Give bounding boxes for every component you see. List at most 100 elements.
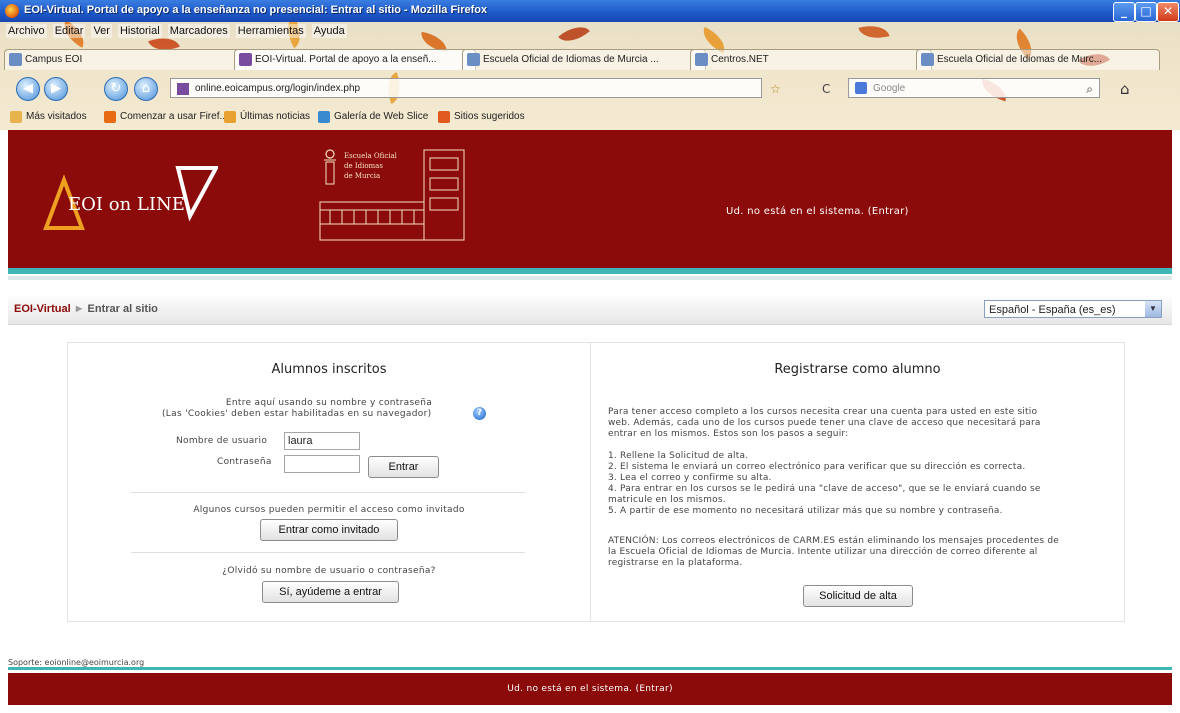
menu-herramientas[interactable]: Herramientas <box>235 24 306 38</box>
home-toolbar-icon[interactable]: ⌂ <box>1120 80 1130 98</box>
search-input[interactable]: Google ⌕ <box>848 78 1100 98</box>
firefox-icon <box>5 4 19 18</box>
bookmark-galeria[interactable]: Galería de Web Slice <box>318 109 428 125</box>
close-button[interactable]: ✕ <box>1157 2 1179 22</box>
navigation-bar: EOI-Virtual ► Entrar al sitio Español - Es… <box>8 294 1172 325</box>
firefox-bookmark-icon <box>104 111 116 123</box>
footer-divider <box>8 667 1172 670</box>
menu-ver[interactable]: Ver <box>91 24 112 38</box>
tab-eoi-virtual[interactable]: EOI-Virtual. Portal de apoyo a la enseñ.… <box>234 49 476 70</box>
divider <box>131 492 525 493</box>
signup-step-3: 3. Lea el correo y confirme su alta. <box>608 473 772 483</box>
menu-editar[interactable]: Editar <box>52 24 86 38</box>
home-icon[interactable]: ⌂ <box>134 77 158 101</box>
username-field[interactable]: laura <box>284 432 360 450</box>
bookmark-folder-icon <box>10 111 22 123</box>
refresh-icon[interactable]: C <box>822 82 830 96</box>
eoi-online-logo[interactable]: EOI on LINE <box>38 158 218 238</box>
address-bar[interactable]: online.eoicampus.org/login/index.php <box>170 78 762 98</box>
guest-login-button[interactable]: Entrar como invitado <box>260 519 398 541</box>
tab-campus-eoi[interactable]: Campus EOI <box>4 49 246 70</box>
school-line-3: de Murcia <box>344 172 380 180</box>
signup-step-5: 5. A partir de ese momento no necesitará… <box>608 506 1003 516</box>
support-contact[interactable]: Soporte: eoionline@eoimurcia.org <box>8 658 144 667</box>
address-url: online.eoicampus.org/login/index.php <box>195 83 361 94</box>
sites-icon <box>438 111 450 123</box>
signup-step-1: 1. Rellene la Solicitud de alta. <box>608 451 749 461</box>
tab-eoi-murcia-2[interactable]: Escuela Oficial de Idiomas de Murc... <box>916 49 1160 70</box>
tab-eoi-murcia[interactable]: Escuela Oficial de Idiomas de Murcia ... <box>462 49 706 70</box>
footer-login-status[interactable]: Ud. no está en el sistema. (Entrar) <box>507 684 673 694</box>
login-intro-2: (Las 'Cookies' deben estar habilitadas e… <box>162 409 432 419</box>
signup-notice: ATENCIÓN: Los correos electrónicos de CA… <box>608 536 1060 568</box>
header-login-status[interactable]: Ud. no está en el sistema. (Entrar) <box>726 206 909 217</box>
browser-chrome: Archivo Editar Ver Historial Marcadores Herra… <box>0 22 1180 130</box>
login-heading: Alumnos inscritos <box>271 362 387 377</box>
forgot-text: ¿Olvidó su nombre de usuario o contraseñ… <box>222 566 436 576</box>
login-panel: Alumnos inscritos Entre aquí usando su n… <box>68 343 591 621</box>
maximize-button[interactable]: □ <box>1135 2 1157 22</box>
signup-panel: Registrarse como alumno Para tener acces… <box>591 343 1124 621</box>
tab-label: Escuela Oficial de Idiomas de Murcia ... <box>483 54 659 65</box>
menu-marcadores[interactable]: Marcadores <box>167 24 230 38</box>
tab-bar: Campus EOI EOI-Virtual. Portal de apoyo … <box>0 49 1180 71</box>
school-building-logo: Escuela Oficial de Idiomas de Murcia <box>319 149 465 241</box>
tab-favicon <box>695 53 708 66</box>
guest-text: Algunos cursos pueden permitir el acceso… <box>193 505 465 515</box>
rss-icon <box>224 111 236 123</box>
menu-historial[interactable]: Historial <box>117 24 162 38</box>
web-slice-icon <box>318 111 330 123</box>
signup-button[interactable]: Solicitud de alta <box>803 585 913 607</box>
reload-icon[interactable]: ↻ <box>104 77 128 101</box>
menu-archivo[interactable]: Archivo <box>6 24 47 38</box>
back-arrow-icon[interactable]: ◀ <box>16 77 40 101</box>
signup-step-2: 2. El sistema le enviará un correo elect… <box>608 462 1026 472</box>
signup-step-4: 4. Para entrar en los cursos se le pedir… <box>608 484 1041 505</box>
forward-arrow-icon[interactable]: ▶ <box>44 77 68 101</box>
login-intro-1: Entre aquí usando su nombre y contraseña <box>225 398 433 408</box>
password-field[interactable] <box>284 455 360 473</box>
help-icon[interactable]: ? <box>473 407 486 420</box>
tab-label: Escuela Oficial de Idiomas de Murc... <box>937 54 1103 65</box>
tab-favicon <box>921 53 934 66</box>
bookmark-ultimas-noticias[interactable]: Últimas noticias <box>224 109 310 125</box>
google-icon <box>855 82 867 94</box>
window-title: EOI-Virtual. Portal de apoyo a la enseña… <box>24 4 488 16</box>
bookmark-star-icon[interactable]: ☆ <box>770 82 781 96</box>
tab-favicon <box>467 53 480 66</box>
site-favicon-icon <box>177 83 189 95</box>
tab-centros-net[interactable]: Centros.NET <box>690 49 932 70</box>
bookmark-mas-visitados[interactable]: Más visitados <box>10 109 87 125</box>
breadcrumb: EOI-Virtual ► Entrar al sitio <box>14 303 158 315</box>
signup-intro: Para tener acceso completo a los cursos … <box>608 407 1041 439</box>
password-label: Contraseña <box>217 457 272 467</box>
window-titlebar: EOI-Virtual. Portal de apoyo a la enseña… <box>0 0 1180 22</box>
bookmark-comenzar[interactable]: Comenzar a usar Firef... <box>104 109 228 125</box>
login-button[interactable]: Entrar <box>368 456 439 478</box>
tab-label: EOI-Virtual. Portal de apoyo a la enseñ.… <box>255 54 437 65</box>
tab-label: Centros.NET <box>711 54 769 65</box>
header-divider-light <box>8 276 1172 280</box>
navigation-toolbar: ◀ ▶ ↻ ⌂ online.eoicampus.org/login/index… <box>0 74 1180 104</box>
breadcrumb-separator: ► <box>73 303 85 315</box>
tab-favicon <box>9 53 22 66</box>
school-line-1: Escuela Oficial <box>344 152 398 160</box>
bookmark-sitios[interactable]: Sitios sugeridos <box>438 109 525 125</box>
bookmarks-toolbar: Más visitados Comenzar a usar Firef... Ú… <box>0 107 1180 127</box>
search-icon[interactable]: ⌕ <box>1086 79 1093 99</box>
tab-favicon <box>239 53 252 66</box>
forgot-password-button[interactable]: Sí, ayúdeme a entrar <box>262 581 399 603</box>
search-placeholder: Google <box>873 83 906 94</box>
breadcrumb-home-link[interactable]: EOI-Virtual <box>14 303 71 315</box>
site-header: EOI on LINE Escuela Oficial de Idiomas d… <box>8 130 1172 268</box>
signup-heading: Registrarse como alumno <box>774 362 941 377</box>
language-select[interactable]: Español - España (es_es) ▼ <box>984 300 1162 318</box>
menu-bar: Archivo Editar Ver Historial Marcadores Herra… <box>0 24 1180 42</box>
divider <box>131 552 525 553</box>
minimize-button[interactable]: _ <box>1113 2 1135 22</box>
menu-ayuda[interactable]: Ayuda <box>311 24 347 38</box>
login-box: Alumnos inscritos Entre aquí usando su n… <box>67 342 1125 622</box>
chevron-down-icon[interactable]: ▼ <box>1145 301 1161 317</box>
tab-label: Campus EOI <box>25 54 83 65</box>
school-line-2: de Idiomas <box>344 162 383 170</box>
